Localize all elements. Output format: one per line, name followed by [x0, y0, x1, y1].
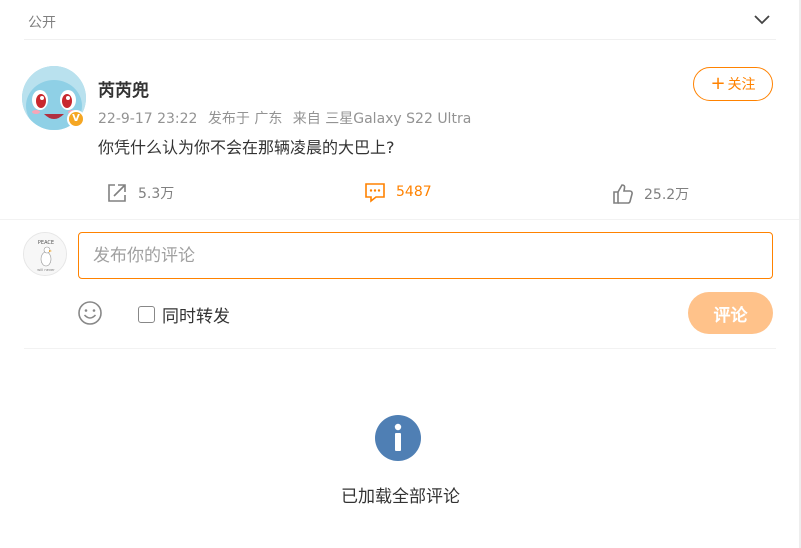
- all-loaded-text: 已加载全部评论: [341, 487, 460, 507]
- svg-text:will never: will never: [37, 268, 55, 272]
- smiley-icon[interactable]: [77, 300, 103, 326]
- comment-count: 5487: [396, 184, 432, 200]
- post-meta: 22-9-17 23:22 发布于 广东 来自 三星Galaxy S22 Ult…: [98, 108, 477, 128]
- chevron-down-icon[interactable]: [752, 10, 772, 30]
- divider: [24, 348, 776, 349]
- visibility-bar: 公开: [24, 0, 776, 40]
- follow-label: 关注: [727, 77, 756, 93]
- repost-button[interactable]: 5.3万: [106, 182, 174, 204]
- share-icon: [108, 184, 126, 202]
- divider: [0, 219, 799, 220]
- plus-icon: +: [710, 73, 726, 94]
- comment-input[interactable]: [78, 232, 773, 279]
- checkbox-box[interactable]: [138, 306, 155, 323]
- svg-text:PEACE: PEACE: [38, 240, 54, 246]
- like-button[interactable]: 25.2万: [612, 183, 689, 205]
- visibility-label: 公开: [28, 15, 56, 31]
- my-avatar: PEACE will never: [23, 232, 67, 276]
- repost-checkbox-label: 同时转发: [162, 307, 230, 327]
- info-icon: [375, 415, 421, 461]
- post-datetime[interactable]: 22-9-17 23:22: [98, 111, 197, 127]
- comment-icon: [365, 183, 385, 203]
- post-actions: 5.3万 5487 25.2万: [0, 170, 801, 218]
- repost-checkbox[interactable]: 同时转发: [138, 302, 230, 327]
- author-name[interactable]: 芮芮兜: [98, 76, 149, 101]
- verified-badge: V: [67, 110, 85, 128]
- post-text: 你凭什么认为你不会在那辆凌晨的大巴上?: [98, 138, 395, 157]
- submit-comment-button[interactable]: 评论: [688, 292, 773, 334]
- repost-count: 5.3万: [138, 186, 175, 202]
- follow-button[interactable]: + 关注: [693, 67, 773, 101]
- like-count: 25.2万: [644, 187, 690, 203]
- post-source: 来自 三星Galaxy S22 Ultra: [292, 111, 472, 127]
- thumbs-up-icon: [613, 184, 633, 204]
- post-location: 发布于 广东: [207, 111, 283, 127]
- duck-avatar-image: PEACE will never: [24, 233, 66, 275]
- comment-button[interactable]: 5487: [364, 181, 432, 203]
